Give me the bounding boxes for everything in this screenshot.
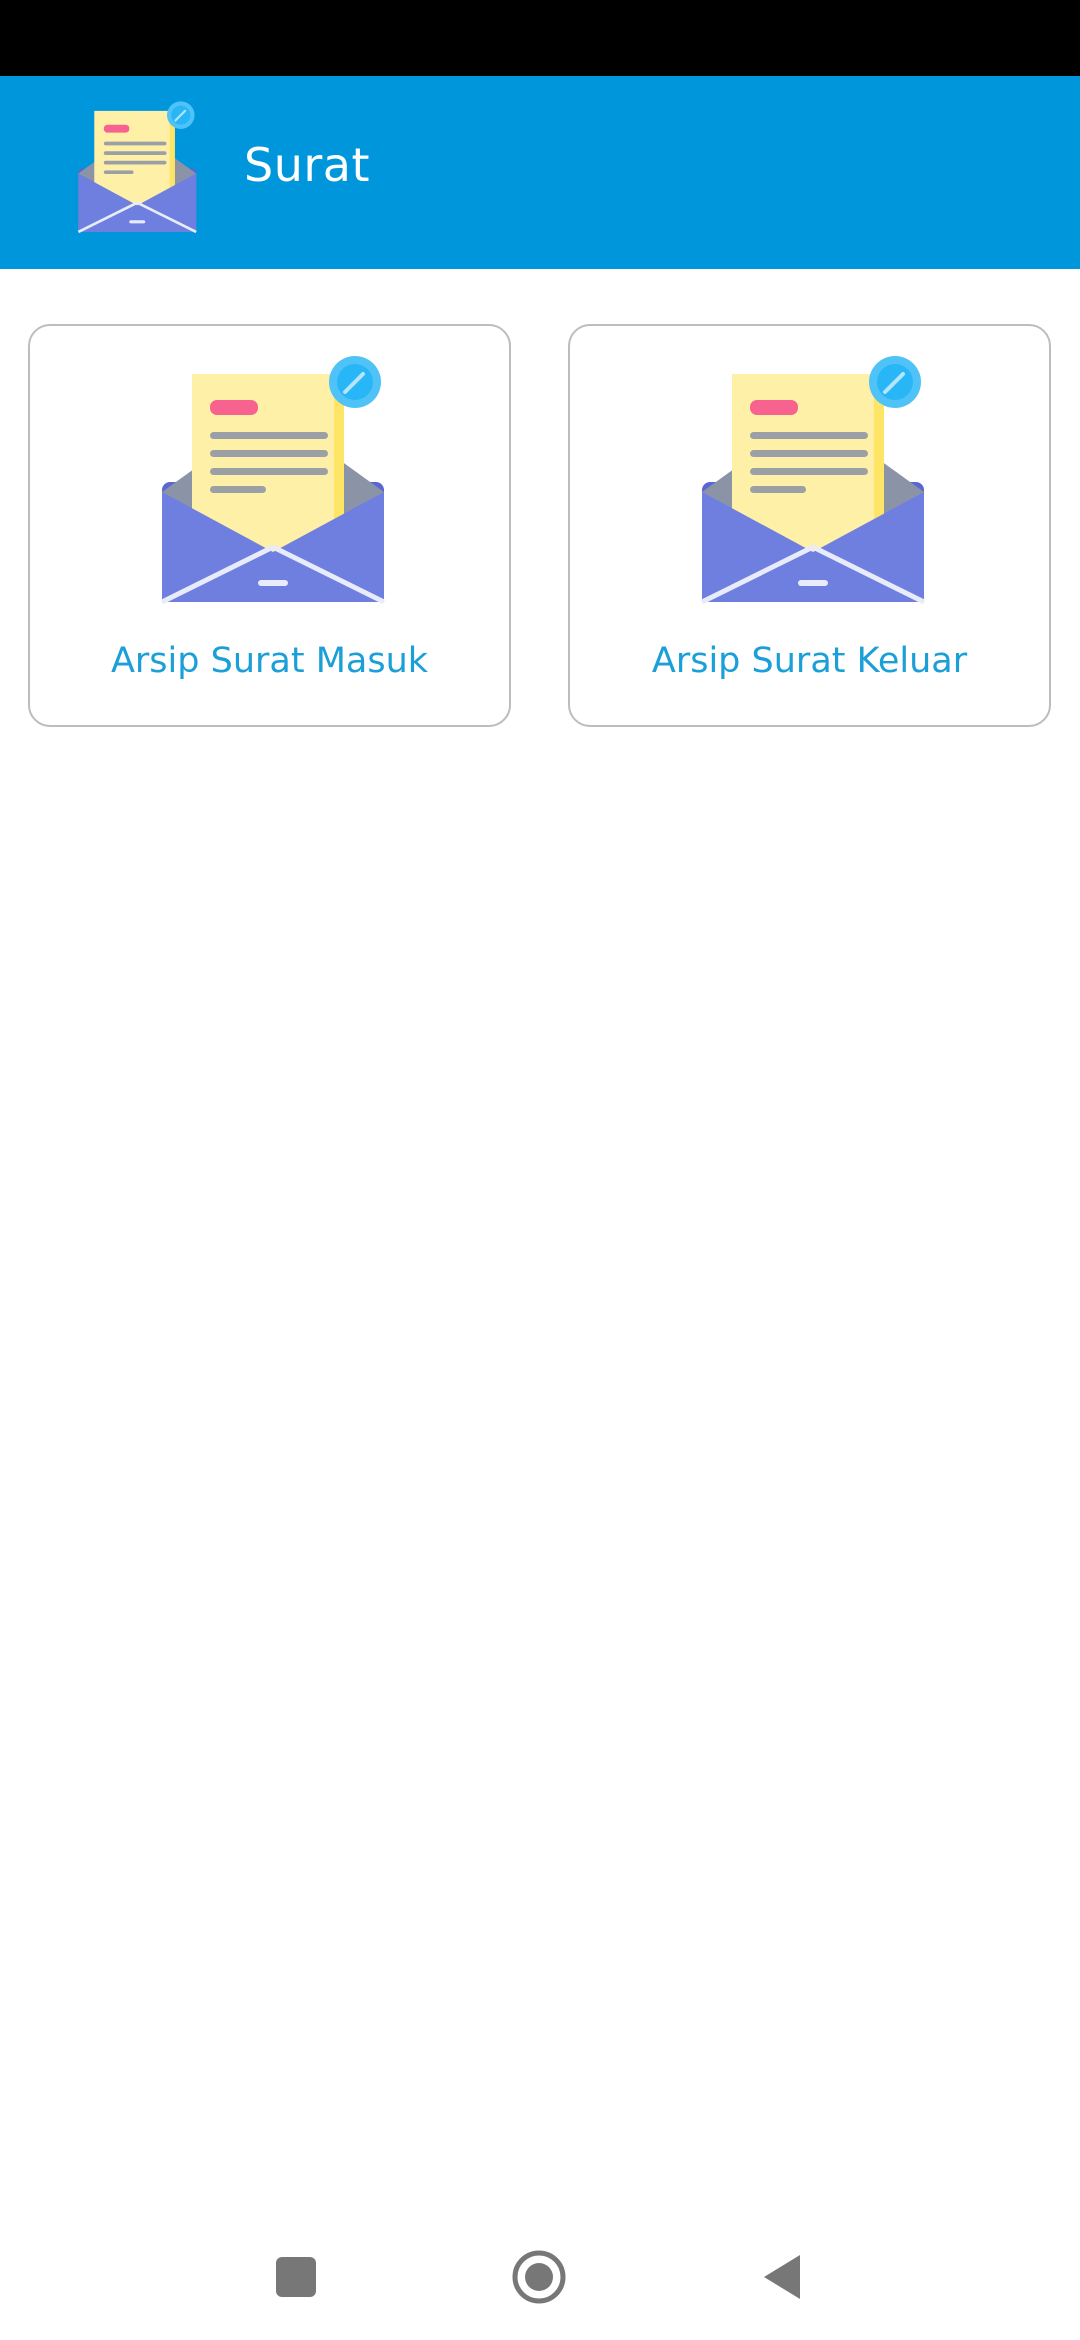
home-icon[interactable] (509, 2247, 569, 2307)
app-bar: Surat (0, 76, 1080, 269)
menu-card-label: Arsip Surat Masuk (110, 641, 429, 681)
app-title: Surat (244, 138, 370, 192)
menu-card-arsip-surat-keluar[interactable]: Arsip Surat Keluar (568, 324, 1051, 727)
open-envelope-letter-icon (77, 101, 197, 234)
back-icon[interactable] (756, 2247, 816, 2307)
status-bar (0, 0, 1080, 76)
menu-card-arsip-surat-masuk[interactable]: Arsip Surat Masuk (28, 324, 511, 727)
recents-icon[interactable] (266, 2247, 326, 2307)
menu-card-label: Arsip Surat Keluar (651, 641, 968, 681)
system-nav-bar (0, 2200, 1080, 2340)
open-envelope-letter-icon (160, 356, 386, 605)
open-envelope-letter-icon (700, 356, 926, 605)
